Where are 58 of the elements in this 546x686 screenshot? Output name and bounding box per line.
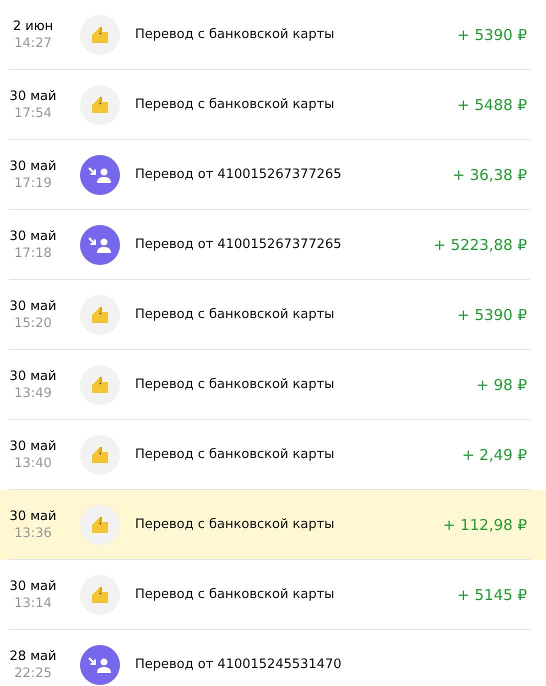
operation-date: 30 май: [10, 228, 56, 244]
wallet-icon: [91, 376, 109, 394]
operation-title: Перевод от 410015267377265: [135, 237, 342, 252]
operation-time: 14:27: [14, 36, 52, 50]
operation-time: 17:19: [14, 176, 52, 190]
wallet-icon: [91, 26, 109, 44]
operation-time: 13:14: [14, 596, 52, 610]
operation-date: 30 май: [10, 578, 56, 594]
operation-title: Перевод с банковской карты: [135, 27, 336, 42]
operation-row[interactable]: 30 май 13:14 Перевод с банковской карты + 5145 ₽: [0, 560, 546, 630]
incoming-transfer-icon: [87, 236, 113, 254]
operation-date: 30 май: [10, 88, 56, 104]
operation-date: 28 май: [10, 648, 56, 664]
operation-time: 22:25: [14, 666, 52, 680]
operation-amount: + 5145 ₽: [457, 586, 528, 604]
wallet-icon: [91, 516, 109, 534]
operation-amount: + 5390 ₽: [457, 26, 528, 44]
operation-date: 2 июн: [12, 18, 54, 34]
operation-row[interactable]: 30 май 13:36 Перевод с банковской карты + 112,98 ₽: [0, 490, 546, 560]
operation-title: Перевод от 410015245531470: [135, 657, 342, 672]
operation-title: Перевод с банковской карты: [135, 587, 336, 602]
operation-title: Перевод с банковской карты: [135, 447, 336, 462]
operation-time: 13:49: [14, 386, 52, 400]
operation-row[interactable]: 30 май 13:49 Перевод с банковской карты + 98 ₽: [0, 350, 546, 420]
operation-title: Перевод с банковской карты: [135, 517, 336, 532]
operation-row[interactable]: 2 июн 14:27 Перевод с банковской карты + 5390 ₽: [0, 0, 546, 70]
operation-amount: + 5223,88 ₽: [433, 236, 528, 254]
wallet-icon: [91, 306, 109, 324]
operation-row[interactable]: 28 май 22:25 Перевод от 410015245531470: [0, 630, 546, 686]
operation-date: 30 май: [10, 508, 56, 524]
wallet-icon: [91, 446, 109, 464]
operation-time: 17:18: [14, 246, 52, 260]
operation-amount: + 5488 ₽: [457, 96, 528, 114]
incoming-transfer-icon: [87, 656, 113, 674]
operation-title: Перевод с банковской карты: [135, 307, 336, 322]
operation-time: 17:54: [14, 106, 52, 120]
operation-amount: + 98 ₽: [476, 376, 528, 394]
operation-row[interactable]: 30 май 17:19 Перевод от 410015267377265 + 36,38 ₽: [0, 140, 546, 210]
operation-time: 13:40: [14, 456, 52, 470]
operation-date: 30 май: [10, 298, 56, 314]
operation-amount: + 112,98 ₽: [442, 516, 528, 534]
operation-date: 30 май: [10, 158, 56, 174]
operation-amount: + 36,38 ₽: [452, 166, 528, 184]
incoming-transfer-icon: [87, 166, 113, 184]
operation-time: 15:20: [14, 316, 52, 330]
operation-title: Перевод с банковской карты: [135, 377, 336, 392]
operation-amount: + 5390 ₽: [457, 306, 528, 324]
operation-row[interactable]: 30 май 15:20 Перевод с банковской карты + 5390 ₽: [0, 280, 546, 350]
operation-row[interactable]: 30 май 17:54 Перевод с банковской карты + 5488 ₽: [0, 70, 546, 140]
operation-date: 30 май: [10, 368, 56, 384]
wallet-icon: [91, 586, 109, 604]
operation-amount: + 2,49 ₽: [462, 446, 528, 464]
operation-title: Перевод с банковской карты: [135, 97, 336, 112]
operation-title: Перевод от 410015267377265: [135, 167, 342, 182]
operation-row[interactable]: 30 май 17:18 Перевод от 410015267377265 + 5223,88 ₽: [0, 210, 546, 280]
wallet-icon: [91, 96, 109, 114]
operation-time: 13:36: [14, 526, 52, 540]
operation-date: 30 май: [10, 438, 56, 454]
